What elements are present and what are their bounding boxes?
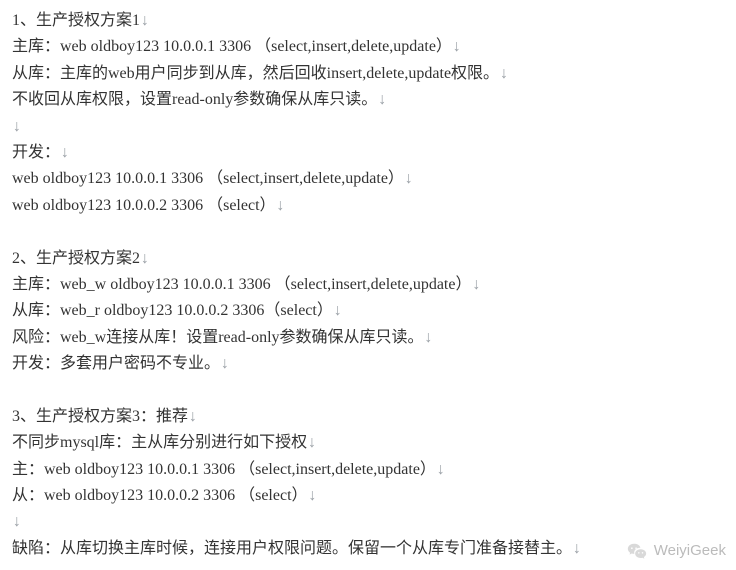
line-text: 主库：web_w oldboy123 10.0.0.1 3306 （select… [12, 276, 471, 293]
text-line: 3、生产授权方案3：推荐↓ [12, 404, 724, 430]
text-line: ↓ [12, 114, 724, 140]
text-line: web oldboy123 10.0.0.1 3306 （select,inse… [12, 166, 724, 192]
line-text: 不收回从库权限，设置read-only参数确保从库只读。 [12, 91, 377, 108]
line-text: 2、生产授权方案2 [12, 250, 140, 267]
return-marker-icon: ↓ [140, 250, 150, 268]
line-text: 从：web oldboy123 10.0.0.2 3306 （select） [12, 487, 308, 504]
return-marker-icon: ↓ [307, 434, 317, 452]
return-marker-icon: ↓ [60, 144, 70, 162]
return-marker-icon: ↓ [12, 513, 22, 531]
text-line: 风险：web_w连接从库！设置read-only参数确保从库只读。↓ [12, 325, 724, 351]
line-text: 从库：web_r oldboy123 10.0.0.2 3306（select） [12, 302, 333, 319]
text-line: 主：web oldboy123 10.0.0.1 3306 （select,in… [12, 457, 724, 483]
text-line [12, 377, 724, 403]
return-marker-icon: ↓ [308, 487, 318, 505]
text-line: 缺陷：从库切换主库时候，连接用户权限问题。保留一个从库专门准备接替主。↓ [12, 536, 724, 562]
text-line: ↓ [12, 509, 724, 535]
text-line: 不收回从库权限，设置read-only参数确保从库只读。↓ [12, 87, 724, 113]
line-text: 不同步mysql库：主从库分别进行如下授权 [12, 434, 307, 451]
return-marker-icon: ↓ [452, 38, 462, 56]
line-text: 风险：web_w连接从库！设置read-only参数确保从库只读。 [12, 329, 424, 346]
text-line: 从：web oldboy123 10.0.0.2 3306 （select）↓ [12, 483, 724, 509]
line-text: 3、生产授权方案3：推荐 [12, 408, 188, 425]
return-marker-icon: ↓ [12, 118, 22, 136]
text-line [12, 219, 724, 245]
line-text: 主：web oldboy123 10.0.0.1 3306 （select,in… [12, 461, 436, 478]
return-marker-icon: ↓ [436, 461, 446, 479]
return-marker-icon: ↓ [471, 276, 481, 294]
return-marker-icon: ↓ [499, 65, 509, 83]
line-text: 开发： [12, 144, 60, 161]
line-text: 开发：多套用户密码不专业。 [12, 355, 220, 372]
text-line: 开发：↓ [12, 140, 724, 166]
line-text: web oldboy123 10.0.0.2 3306 （select） [12, 197, 276, 214]
text-line: 2、生产授权方案2↓ [12, 246, 724, 272]
line-text: 主库：web oldboy123 10.0.0.1 3306 （select,i… [12, 38, 452, 55]
text-line: 从库：web_r oldboy123 10.0.0.2 3306（select）… [12, 298, 724, 324]
return-marker-icon: ↓ [220, 355, 230, 373]
return-marker-icon: ↓ [188, 408, 198, 426]
return-marker-icon: ↓ [424, 329, 434, 347]
text-line: 从库：主库的web用户同步到从库，然后回收insert,delete,updat… [12, 61, 724, 87]
line-text: 缺陷：从库切换主库时候，连接用户权限问题。保留一个从库专门准备接替主。 [12, 540, 572, 557]
line-text: 从库：主库的web用户同步到从库，然后回收insert,delete,updat… [12, 65, 499, 82]
document-body: 1、生产授权方案1↓主库：web oldboy123 10.0.0.1 3306… [12, 8, 724, 562]
return-marker-icon: ↓ [140, 12, 150, 30]
text-line: 主库：web_w oldboy123 10.0.0.1 3306 （select… [12, 272, 724, 298]
return-marker-icon: ↓ [276, 197, 286, 215]
text-line: 1、生产授权方案1↓ [12, 8, 724, 34]
text-line: 主库：web oldboy123 10.0.0.1 3306 （select,i… [12, 34, 724, 60]
text-line: 开发：多套用户密码不专业。↓ [12, 351, 724, 377]
return-marker-icon: ↓ [404, 170, 414, 188]
return-marker-icon: ↓ [333, 302, 343, 320]
return-marker-icon: ↓ [377, 91, 387, 109]
line-text: 1、生产授权方案1 [12, 12, 140, 29]
text-line: web oldboy123 10.0.0.2 3306 （select）↓ [12, 193, 724, 219]
text-line: 不同步mysql库：主从库分别进行如下授权↓ [12, 430, 724, 456]
line-text: web oldboy123 10.0.0.1 3306 （select,inse… [12, 170, 404, 187]
